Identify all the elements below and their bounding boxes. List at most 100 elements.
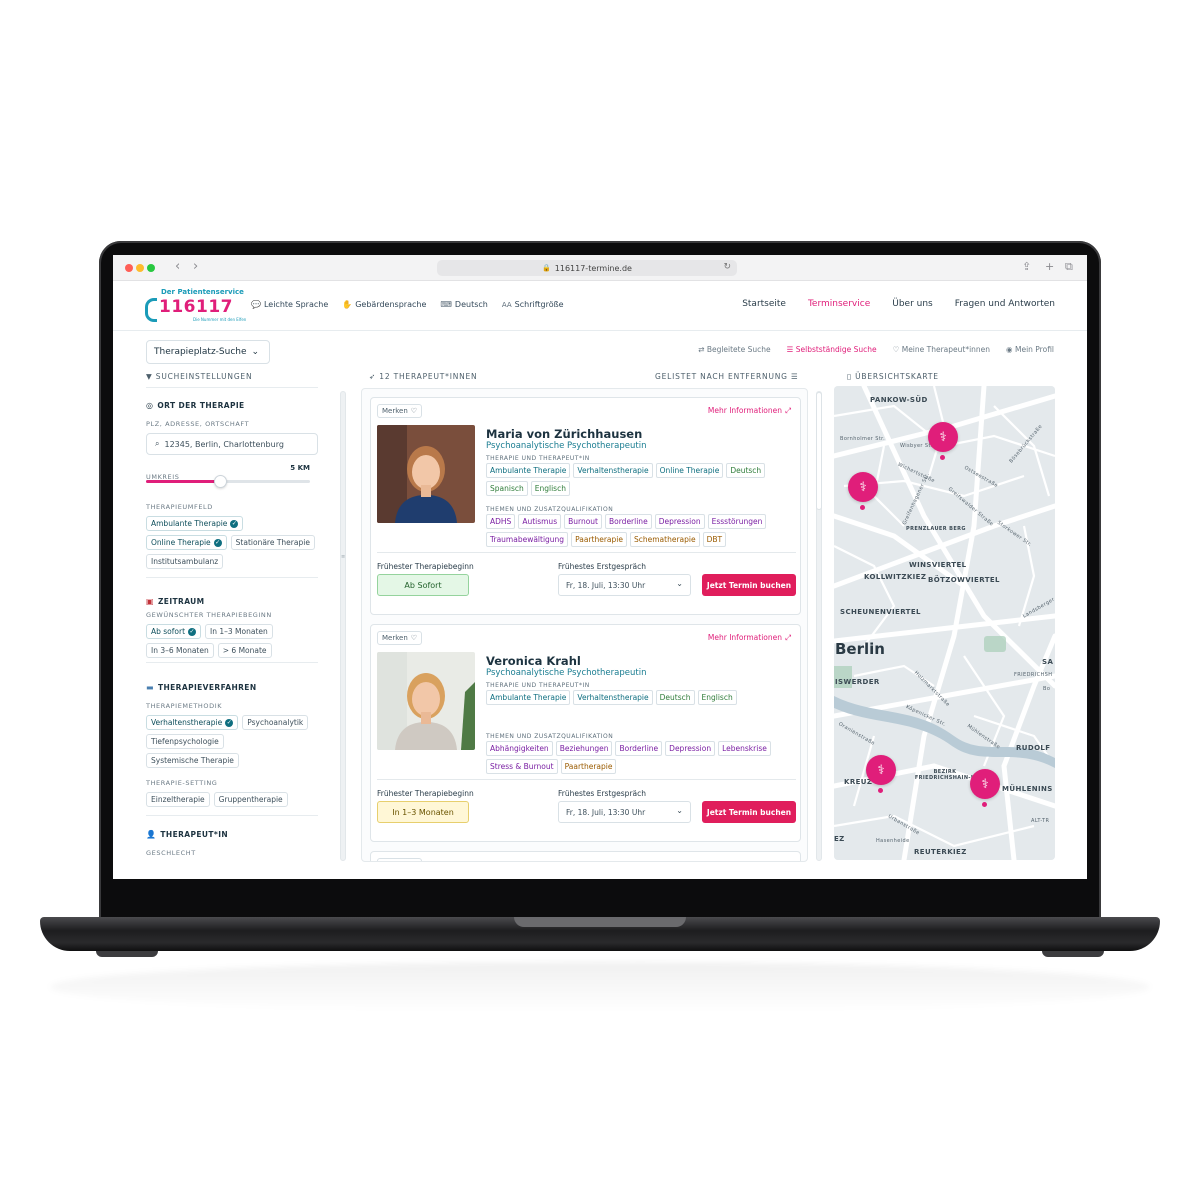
filter-chip[interactable]: Institutsambulanz <box>146 554 224 569</box>
results-scrollbar[interactable] <box>816 391 822 861</box>
map-label: Bornholmer Str. <box>840 436 886 442</box>
subnav-independent-search[interactable]: ☰ Selbstständige Suche <box>787 345 877 354</box>
map-pin-stethoscope-icon[interactable]: ⚕ <box>848 472 878 502</box>
calendar-icon: ▣ <box>146 597 154 606</box>
filter-chip[interactable]: Gruppentherapie <box>213 792 288 807</box>
gender-label: GESCHLECHT <box>146 849 196 857</box>
method-field-label: THERAPIEMETHODIK <box>146 702 223 710</box>
radius-slider-fill <box>146 480 220 483</box>
map-label-city: Berlin <box>835 640 885 658</box>
filter-chip[interactable]: In 1–3 Monaten <box>205 624 273 639</box>
save-button[interactable]: Merken♡ <box>377 858 423 861</box>
therapist-profession: Psychoanalytische Psychotherapeutin <box>486 668 647 678</box>
easy-language-link[interactable]: 💬 Leichte Sprache <box>251 300 328 309</box>
filter-chip[interactable]: Tiefenpsychologie <box>146 734 224 749</box>
radius-slider-handle[interactable] <box>213 475 227 488</box>
new-tab-icon[interactable]: + <box>1045 260 1054 273</box>
book-appointment-button[interactable]: Jetzt Termin buchen <box>702 801 796 823</box>
search-mode-label: Therapieplatz-Suche <box>154 347 247 357</box>
earliest-start-badge: In 1–3 Monaten <box>377 801 469 823</box>
topic-tags-label: THEMEN UND ZUSATZQUALIFIKATION <box>486 733 614 740</box>
location-input[interactable]: ⌕ 12345, Berlin, Charlottenburg <box>146 433 318 455</box>
nav-startseite[interactable]: Startseite <box>742 299 786 309</box>
map-pin-anchor <box>878 788 883 793</box>
therapy-setting-label: THERAPIEUMFELD <box>146 503 213 511</box>
more-info-link[interactable]: Mehr Informationen⤢ <box>708 633 791 643</box>
tag: Essstörungen <box>707 514 767 529</box>
book-appointment-button[interactable]: Jetzt Termin buchen <box>702 574 796 596</box>
radius-value: 5 KM <box>290 464 310 472</box>
laptop-notch <box>514 917 686 927</box>
tabs-overview-icon[interactable]: ⧉ <box>1065 260 1073 274</box>
map-label: Hasenheide <box>876 838 910 844</box>
expand-icon: ⤢ <box>785 633 791 642</box>
therapist-title: THERAPEUT*IN <box>160 830 229 839</box>
search-mode-dropdown[interactable]: Therapieplatz-Suche ⌄ <box>146 340 270 364</box>
tag: Spanisch <box>486 481 528 496</box>
filter-chip-label: Ambulante Therapie <box>151 519 228 528</box>
close-window-button[interactable] <box>125 264 133 272</box>
map-label: ALT-TR <box>1031 818 1050 824</box>
language-link[interactable]: ⌨ Deutsch <box>440 300 487 309</box>
save-button[interactable]: Merken♡ <box>377 631 423 645</box>
consult-date-select[interactable]: Fr, 18. Juli, 13:30 Uhr ⌄ <box>558 574 691 596</box>
more-info-link[interactable]: Mehr Informationen⤢ <box>708 406 791 416</box>
filter-chip[interactable]: Ambulante Therapie ✓ <box>146 516 244 531</box>
map-label: SA <box>1042 658 1054 666</box>
nav-terminservice[interactable]: Terminservice <box>808 299 870 309</box>
map-pin-stethoscope-icon[interactable]: ⚕ <box>928 422 958 452</box>
share-icon[interactable]: ⇪ <box>1022 260 1031 273</box>
filter-chip-label: Institutsambulanz <box>151 557 219 566</box>
logo[interactable]: Der Patientenservice 116117 Die Nummer m… <box>145 287 246 325</box>
timeframe-field-label: GEWÜNSCHTER THERAPIEBEGINN <box>146 611 272 619</box>
fullscreen-window-button[interactable] <box>147 264 155 272</box>
overview-map[interactable]: PANKOW-SÜD Bornholmer Str. Wisbyer Str. … <box>834 386 1055 860</box>
user-circle-icon: ◉ <box>1006 345 1015 354</box>
map-pin-stethoscope-icon[interactable]: ⚕ <box>970 769 1000 799</box>
font-size-link[interactable]: AA Schriftgröße <box>502 300 564 309</box>
map-label: SCHEUNENVIERTEL <box>840 608 921 616</box>
filter-chip-label: In 3–6 Monaten <box>151 646 209 655</box>
expand-icon: ⤢ <box>785 406 791 415</box>
back-arrow-icon[interactable]: ‹ <box>175 259 180 274</box>
filter-chip[interactable]: Verhaltenstherapie ✓ <box>146 715 239 730</box>
filter-chip[interactable]: Online Therapie ✓ <box>146 535 227 550</box>
filter-chip[interactable]: Ab sofort ✓ <box>146 624 202 639</box>
results-scroll-thumb[interactable] <box>816 392 822 510</box>
map-label: PANKOW-SÜD <box>870 396 928 404</box>
map-pin-stethoscope-icon[interactable]: ⚕ <box>866 755 896 785</box>
nav-ueber-uns[interactable]: Über uns <box>892 299 933 309</box>
consult-date-select[interactable]: Fr, 18. Juli, 13:30 Uhr ⌄ <box>558 801 691 823</box>
browser-toolbar: ‹ › 🔒 116117-termine.de ↻ ⇪ + ⧉ <box>113 255 1087 281</box>
method-chips: Verhaltenstherapie ✓ Psychoanalytik Tiefenp… <box>146 715 318 768</box>
reload-icon[interactable]: ↻ <box>723 262 731 272</box>
filter-chip[interactable]: Psychoanalytik <box>242 715 309 730</box>
minimize-window-button[interactable] <box>136 264 144 272</box>
more-info-link[interactable]: Mehr Informationen⤢ <box>708 860 791 861</box>
map-label: WINSVIERTEL <box>909 561 967 569</box>
filter-chip[interactable]: Einzeltherapie <box>146 792 210 807</box>
person-icon: 👤 <box>146 830 157 839</box>
map-icon: ▯ <box>847 372 856 381</box>
sign-language-link[interactable]: ✋ Gebärdensprache <box>342 300 426 309</box>
nav-faq[interactable]: Fragen und Antworten <box>955 299 1055 309</box>
subnav-my-profile[interactable]: ◉ Mein Profil <box>1006 345 1054 354</box>
filter-chip[interactable]: Systemische Therapie <box>146 753 239 768</box>
radius-slider[interactable] <box>146 475 310 488</box>
therapy-tags-label: THERAPIE UND THERAPEUT*IN <box>486 455 590 462</box>
tag: Online Therapie <box>655 463 724 478</box>
filter-chip[interactable]: > 6 Monate <box>217 643 272 658</box>
filter-chip[interactable]: In 3–6 Monaten <box>146 643 214 658</box>
url-bar[interactable]: 🔒 116117-termine.de ↻ <box>437 260 737 276</box>
forward-arrow-icon[interactable]: › <box>193 259 198 274</box>
sliders-icon: ☰ <box>786 345 796 354</box>
filter-chip[interactable]: Stationäre Therapie <box>230 535 315 550</box>
sort-control[interactable]: GELISTET NACH ENTFERNUNG ☰ <box>655 372 799 381</box>
subnav-accompanied-search[interactable]: ⇄ Begleitete Suche <box>698 345 770 354</box>
save-button[interactable]: Merken♡ <box>377 404 423 418</box>
timeframe-title: ZEITRAUM <box>157 597 205 606</box>
subnav-my-therapists[interactable]: ♡ Meine Therapeut*innen <box>893 345 990 354</box>
therapist-card: Merken ♡ Mehr Informationen ⤢ Maria von Züri… <box>370 397 801 615</box>
tag: Englisch <box>697 690 737 705</box>
filter-scrollbar[interactable]: ≡ <box>340 391 346 861</box>
